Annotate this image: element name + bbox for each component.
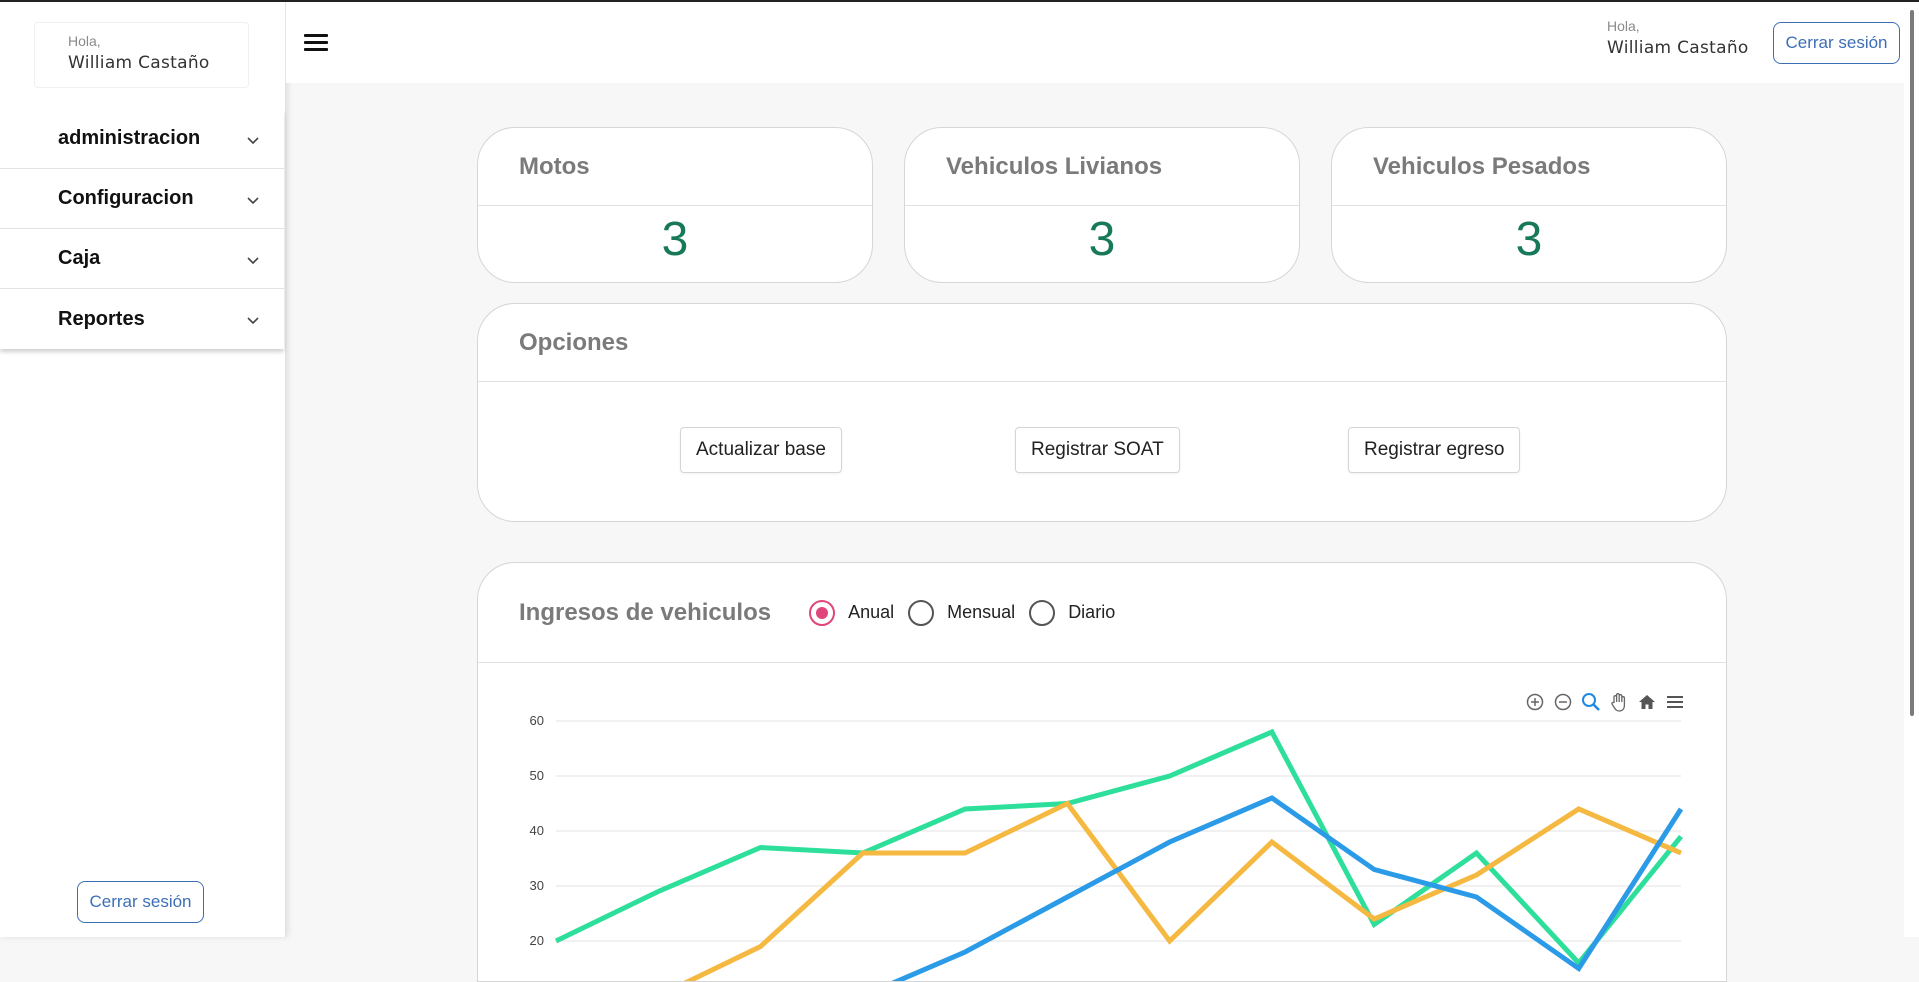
sidebar-item-label: Configuracion [58, 187, 194, 210]
topbar-logout-button[interactable]: Cerrar sesión [1773, 22, 1900, 64]
register-soat-button[interactable]: Registrar SOAT [1015, 427, 1180, 473]
stat-card-motos: Motos 3 [477, 127, 873, 283]
stat-card-header: Vehiculos Pesados [1332, 128, 1726, 206]
series-line-0 [556, 732, 1681, 963]
topbar-user-name: William Castaño [1607, 38, 1749, 58]
chevron-down-icon [247, 315, 259, 327]
stat-card-title: Motos [519, 153, 590, 181]
update-base-button[interactable]: Actualizar base [680, 427, 842, 473]
topbar: Hola, William Castaño Cerrar sesión [286, 2, 1919, 83]
y-tick-label: 40 [530, 823, 544, 838]
stat-card-livianos: Vehiculos Livianos 3 [904, 127, 1300, 283]
stat-card-pesados: Vehiculos Pesados 3 [1331, 127, 1727, 283]
y-tick-label: 20 [530, 933, 544, 948]
register-expense-button[interactable]: Registrar egreso [1348, 427, 1520, 473]
stat-card-title: Vehiculos Livianos [946, 153, 1162, 181]
stat-card-value: 3 [905, 212, 1299, 267]
ingresos-card-header: Ingresos de vehiculos Anual Mensual Diar… [478, 563, 1726, 663]
hamburger-menu-icon[interactable] [304, 34, 328, 52]
options-buttons: Actualizar base Registrar SOAT Registrar… [478, 382, 1726, 522]
radio-diario[interactable]: Diario [1029, 600, 1115, 626]
ingresos-line-chart: 20 30 40 50 60 [478, 663, 1727, 982]
y-tick-label: 60 [530, 713, 544, 728]
sidebar-menu: administracion Configuracion Caja Report… [0, 109, 284, 349]
radio-button-checked[interactable] [809, 600, 835, 626]
stat-card-header: Vehiculos Livianos [905, 128, 1299, 206]
period-radio-group: Anual Mensual Diario [809, 600, 1129, 626]
radio-anual[interactable]: Anual [809, 600, 894, 626]
radio-label: Mensual [947, 602, 1015, 623]
sidebar-user-name: William Castaño [68, 53, 248, 73]
radio-button[interactable] [908, 600, 934, 626]
options-title: Opciones [519, 329, 628, 357]
stat-card-value: 3 [478, 212, 872, 267]
sidebar-greeting: Hola, [68, 33, 248, 49]
topbar-user: Hola, William Castaño [1607, 18, 1749, 58]
sidebar-item-label: administracion [58, 127, 200, 150]
radio-label: Anual [848, 602, 894, 623]
sidebar-item-label: Caja [58, 247, 100, 270]
page-scrollbar-thumb[interactable] [1910, 10, 1914, 716]
stat-card-title: Vehiculos Pesados [1373, 153, 1590, 181]
radio-button[interactable] [1029, 600, 1055, 626]
sidebar: Hola, William Castaño administracion Con… [0, 2, 286, 937]
topbar-greeting: Hola, [1607, 18, 1749, 34]
options-card: Opciones Actualizar base Registrar SOAT … [477, 303, 1727, 522]
sidebar-user-card: Hola, William Castaño [34, 22, 249, 88]
sidebar-item-label: Reportes [58, 308, 145, 331]
sidebar-item-administracion[interactable]: administracion [0, 109, 284, 169]
stat-card-value: 3 [1332, 212, 1726, 267]
chevron-down-icon [247, 135, 259, 147]
chevron-down-icon [247, 255, 259, 267]
chevron-down-icon [247, 195, 259, 207]
stat-card-header: Motos [478, 128, 872, 206]
ingresos-card: Ingresos de vehiculos Anual Mensual Diar… [477, 562, 1727, 982]
sidebar-item-configuracion[interactable]: Configuracion [0, 169, 284, 229]
sidebar-logout-button[interactable]: Cerrar sesión [77, 881, 204, 923]
ingresos-title: Ingresos de vehiculos [519, 599, 771, 627]
y-tick-label: 30 [530, 878, 544, 893]
radio-mensual[interactable]: Mensual [908, 600, 1015, 626]
sidebar-item-reportes[interactable]: Reportes [0, 289, 284, 349]
window-top-border [0, 0, 1919, 2]
radio-label: Diario [1068, 602, 1115, 623]
sidebar-item-caja[interactable]: Caja [0, 229, 284, 289]
options-card-header: Opciones [478, 304, 1726, 382]
y-tick-label: 50 [530, 768, 544, 783]
